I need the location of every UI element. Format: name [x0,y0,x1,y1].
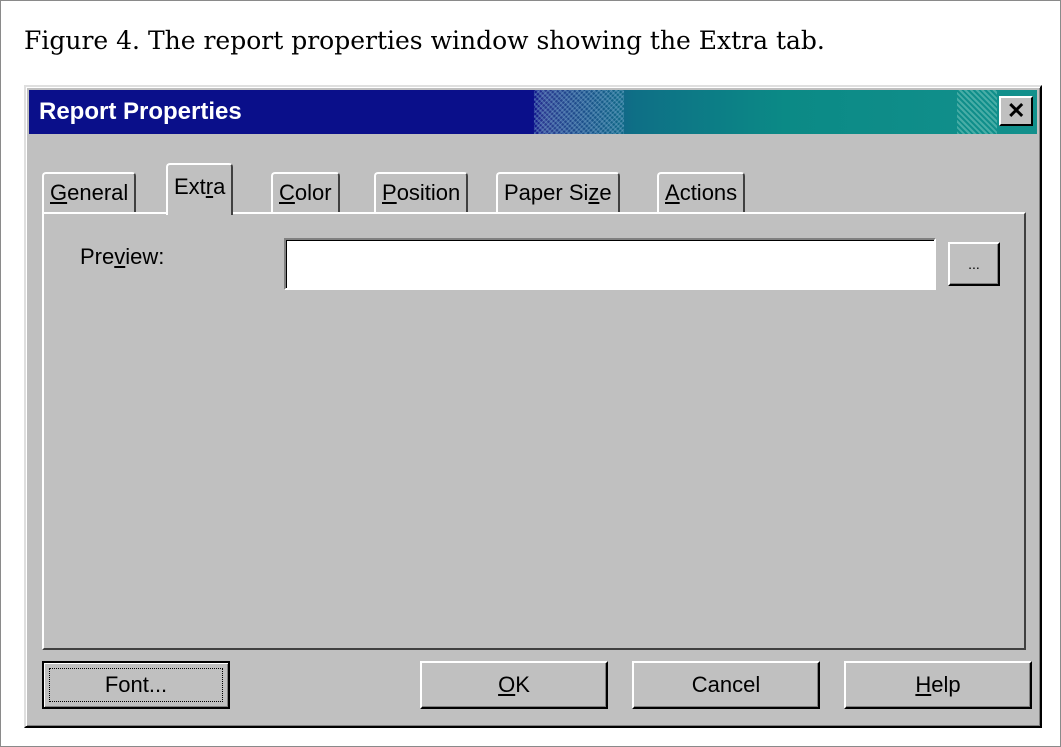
tab-label-post: osition [396,180,461,205]
title-bar-pattern-right [957,90,997,134]
report-properties-dialog: Report Properties ✕ General Extra Color … [24,85,1042,728]
help-accel: H [915,672,932,697]
label-pre: Pre [80,244,115,269]
tab-label-post: eneral [67,180,129,205]
cancel-button[interactable]: Cancel [632,661,820,709]
tab-label-post: a [213,174,226,199]
tab-color[interactable]: Color [271,172,340,212]
font-button[interactable]: Font... [42,661,230,709]
tab-paper-size[interactable]: Paper Size [496,172,620,212]
preview-label: Preview: [80,244,164,270]
tab-label-accel: G [50,180,68,205]
ok-label-post: K [515,672,530,697]
tab-extra[interactable]: Extra [166,163,234,215]
ok-button[interactable]: OK [420,661,608,709]
tab-actions[interactable]: Actions [657,172,746,212]
title-bar[interactable]: Report Properties ✕ [29,90,1037,134]
tab-label-accel: P [382,180,397,205]
tab-label-post: ctions [679,180,738,205]
tab-label-pre: Ext [174,174,206,199]
help-button[interactable]: Help [844,661,1032,709]
close-button[interactable]: ✕ [999,96,1033,126]
tab-label-pre: Paper Si [504,180,589,205]
window-title: Report Properties [39,98,242,125]
tab-label-accel: C [279,180,295,205]
preview-input[interactable] [284,238,936,290]
title-bar-pattern [534,90,624,134]
tab-label-accel: z [588,180,600,205]
tab-label-post: olor [294,180,332,205]
preview-browse-button[interactable]: ... [948,242,1000,286]
tab-general[interactable]: General [42,172,137,212]
close-icon: ✕ [1007,98,1026,123]
extra-tab-panel: Preview: ... [42,212,1026,650]
tab-label-accel: A [665,180,680,205]
label-post: iew: [125,244,165,269]
tab-position[interactable]: Position [374,172,469,212]
help-label-post: elp [931,672,961,697]
ok-accel: O [498,672,516,697]
figure-caption: Figure 4. The report properties window s… [24,26,825,55]
focus-rectangle [49,668,223,702]
tab-label-post: e [599,180,612,205]
label-accel: v [114,244,126,269]
